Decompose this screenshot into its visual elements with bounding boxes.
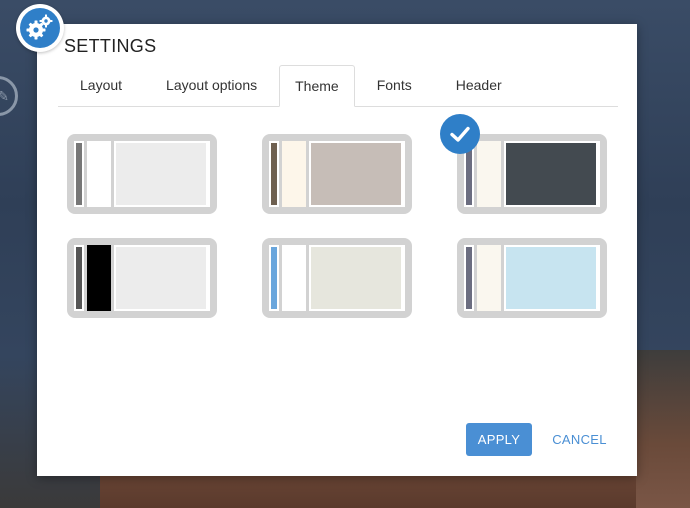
theme-sidebar-swatch [464, 245, 474, 311]
theme-content-swatch [309, 141, 405, 207]
apply-button[interactable]: APPLY [466, 423, 532, 456]
theme-panel-swatch [477, 141, 501, 207]
theme-sidebar-swatch [269, 245, 279, 311]
theme-option-6[interactable] [457, 238, 607, 318]
tab-theme[interactable]: Theme [279, 65, 355, 107]
settings-badge [16, 4, 64, 52]
theme-content-swatch [309, 245, 405, 311]
theme-panel-swatch [87, 245, 111, 311]
theme-sidebar-swatch [74, 245, 84, 311]
theme-content-swatch [504, 141, 600, 207]
theme-panel-swatch [87, 141, 111, 207]
cancel-button[interactable]: CANCEL [542, 423, 617, 456]
theme-option-4[interactable] [67, 238, 217, 318]
theme-sidebar-swatch [269, 141, 279, 207]
tab-header[interactable]: Header [434, 65, 524, 105]
settings-dialog: SETTINGS Layout Layout options Theme Fon… [37, 24, 637, 476]
pencil-icon[interactable]: ✎ [0, 76, 18, 116]
background-building-right [636, 350, 690, 508]
theme-panel-swatch [477, 245, 501, 311]
dialog-title: SETTINGS [64, 36, 157, 56]
checkmark-icon [440, 114, 480, 154]
theme-content-swatch [504, 245, 600, 311]
theme-content-swatch [114, 141, 210, 207]
theme-panel-swatch [282, 245, 306, 311]
theme-option-5[interactable] [262, 238, 412, 318]
gears-icon [20, 8, 60, 48]
theme-content-swatch [114, 245, 210, 311]
theme-option-1[interactable] [67, 134, 217, 214]
tab-layout[interactable]: Layout [58, 65, 144, 105]
theme-option-3[interactable] [457, 134, 607, 214]
tab-fonts[interactable]: Fonts [355, 65, 434, 105]
tab-layout-options[interactable]: Layout options [144, 65, 279, 105]
theme-option-2[interactable] [262, 134, 412, 214]
theme-sidebar-swatch [74, 141, 84, 207]
tab-bar: Layout Layout options Theme Fonts Header [58, 65, 618, 107]
theme-panel-swatch [282, 141, 306, 207]
